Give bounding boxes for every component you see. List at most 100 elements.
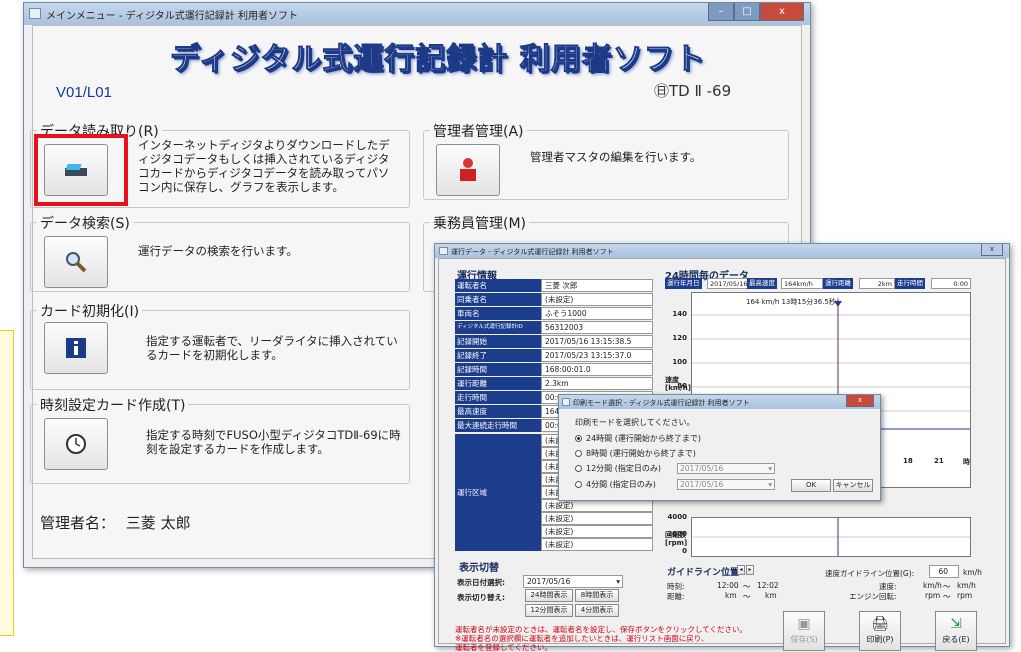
option-4m-date[interactable]: 2017/05/16 ▾ [677, 479, 775, 490]
maximize-button[interactable]: □ [734, 3, 760, 21]
readout-time-from: 12:00 [717, 581, 739, 590]
data-search-button[interactable] [44, 236, 108, 288]
save-button[interactable]: ▣ 保存(S) [783, 611, 825, 651]
chevron-down-icon: ▾ [768, 464, 772, 473]
back-button[interactable]: ⇲ 戻る(E) [935, 611, 977, 651]
xtick-hour: 時 [963, 458, 970, 466]
readout-dist-unit-1: km [725, 591, 737, 600]
op-titlebar: 運行データ - ディジタル式運行記録計 利用者ソフト x [435, 244, 1009, 258]
readout-speed-unit-2: km/h [957, 581, 976, 590]
minimize-button[interactable]: – [708, 3, 734, 21]
admin-name-value: 三菱 太郎 [125, 514, 191, 532]
admin-button[interactable] [436, 144, 500, 196]
area-value: (未設定) [541, 538, 653, 551]
rpm-ylabel: 回転数 [rpm] [665, 531, 688, 547]
info-label: 最大連続走行時間 [455, 419, 541, 432]
print-button[interactable]: 🖨 印刷(P) [859, 611, 901, 651]
speed-ylabel: 速度 [km/h] [665, 376, 691, 392]
radio-icon [575, 481, 582, 488]
data-search-desc: 運行データの検索を行います。 [138, 244, 298, 258]
guideline-right-button[interactable]: ▸ [746, 565, 754, 575]
readout-dist-unit-2: km [765, 591, 777, 600]
option-8h[interactable]: 8時間 (運行開始から終了まで) [575, 448, 696, 459]
dialog-app-icon [562, 398, 570, 406]
area-value: (未設定) [541, 525, 653, 538]
xtick-21: 21 [934, 457, 944, 465]
readout-dist-label: 距離: [667, 592, 685, 601]
main-titlebar: メインメニュー - ディジタル式運行記録計 利用者ソフト – □ x [24, 3, 810, 25]
data-read-desc: インターネットディジタよりダウンロードしたディジタコデータもしくは挿入されている… [138, 138, 390, 194]
option-12m-date-value: 2017/05/16 [680, 464, 724, 473]
date-select-label: 表示日付選択: [457, 578, 505, 587]
op-app-icon [439, 247, 448, 255]
app-icon [29, 8, 41, 19]
speed-guide-input[interactable]: 60 [929, 565, 959, 578]
main-window-title: メインメニュー - ディジタル式運行記録計 利用者ソフト [46, 11, 298, 22]
guideline-left-button[interactable]: ◂ [737, 565, 745, 575]
admin-name-row: 管理者名： 三菱 太郎 [40, 512, 191, 533]
time-card-title: 時刻設定カード作成(T) [37, 395, 189, 415]
speed-ytick-120: 120 [672, 334, 687, 342]
speed-annotation: 164 km/h 13時15分36.5秒 [746, 298, 836, 306]
time-header-value: 0:00 [931, 278, 971, 289]
view-24h-button[interactable]: 24時間表示 [525, 589, 573, 602]
info-label: 記録終了 [455, 349, 541, 362]
time-card-button[interactable] [44, 418, 108, 470]
card-init-button[interactable] [44, 322, 108, 374]
xtick-18: 18 [903, 457, 913, 465]
readout-speed-unit: km/h [923, 581, 942, 590]
radio-icon [575, 435, 582, 442]
speed-ytick-100: 100 [672, 358, 687, 366]
option-4m-label: 4分間 (指定日のみ) [586, 480, 656, 489]
option-8h-label: 8時間 (運行開始から終了まで) [586, 449, 696, 458]
op-close-button[interactable]: x [981, 244, 1003, 256]
switch-label: 表示切り替え: [457, 593, 505, 602]
info-value: 168:00:01.0 [541, 363, 653, 376]
readout-time-to: 12:02 [757, 581, 779, 590]
view-8h-button[interactable]: 8時間表示 [575, 589, 619, 602]
data-search-title: データ検索(S) [37, 213, 133, 233]
admin-name-label: 管理者名： [40, 514, 116, 532]
info-label: 走行時間 [455, 391, 541, 404]
cancel-button[interactable]: キャンセル [833, 479, 873, 492]
crew-title: 乗務員管理(M) [430, 213, 530, 233]
info-label: 記録時間 [455, 363, 541, 376]
dialog-close-button[interactable]: x [846, 395, 874, 407]
info-label: 最高速度 [455, 405, 541, 418]
readout-rpm-unit-2: rpm [957, 591, 973, 600]
guideline-label: ガイドライン位置 [667, 568, 740, 578]
back-label: 戻る(E) [942, 635, 970, 644]
date-select[interactable]: 2017/05/16 ▾ [523, 575, 623, 588]
view-4m-button[interactable]: 4分間表示 [575, 604, 619, 617]
info-label: 運行距離 [455, 377, 541, 390]
op-window-title: 運行データ - ディジタル式運行記録計 利用者ソフト [451, 248, 614, 256]
area-label: 運行区域 [455, 434, 541, 551]
view-12m-button[interactable]: 12分間表示 [525, 604, 573, 617]
readout-tilde-4: ～ [943, 592, 951, 601]
highlight-box [34, 134, 128, 206]
info-label: 運転者名 [455, 279, 541, 292]
print-mode-dialog: 印刷モード選択 - ディジタル式運行記録計 利用者ソフト x 印刷モードを選択し… [558, 394, 881, 501]
chevron-down-icon: ▾ [616, 577, 620, 586]
readout-engine-label: エンジン回転: [849, 592, 897, 601]
close-button[interactable]: x [760, 3, 804, 21]
distance-header-value: 2km [859, 278, 895, 289]
ok-button[interactable]: OK [791, 479, 831, 492]
option-12m-date[interactable]: 2017/05/16 ▾ [677, 463, 775, 474]
app-title: ディジタル式運行記録計 利用者ソフト [170, 42, 706, 78]
printer-icon: 🖨 [871, 616, 889, 632]
distance-header-label: 運行距離 [823, 278, 853, 289]
rpm-ytick-4000: 4000 [667, 513, 687, 521]
option-12m-label: 12分間 (指定日のみ) [586, 464, 661, 473]
info-label: 車両名 [455, 307, 541, 320]
option-4m[interactable]: 4分間 (指定日のみ) [575, 479, 656, 490]
option-24h[interactable]: 24時間 (運行開始から終了まで) [575, 433, 701, 444]
speed-ytick-140: 140 [672, 310, 687, 318]
print-label: 印刷(P) [866, 635, 894, 644]
save-label: 保存(S) [790, 635, 818, 644]
option-12m[interactable]: 12分間 (指定日のみ) [575, 463, 661, 474]
info-label: ディジタル式運行記録計ID [455, 321, 541, 334]
info-value: (未設定) [541, 293, 653, 306]
card-init-title: カード初期化(I) [37, 301, 143, 321]
time-header-label: 走行時間 [895, 278, 925, 289]
